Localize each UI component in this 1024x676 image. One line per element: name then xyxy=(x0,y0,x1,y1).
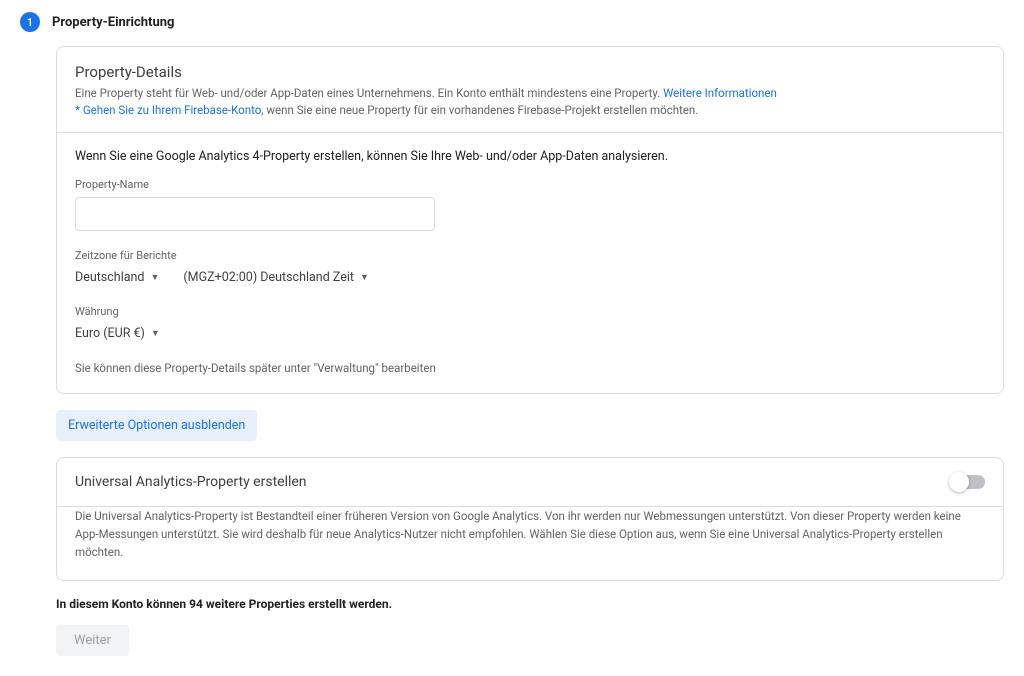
timezone-offset-select[interactable]: (MGZ+02:00) Deutschland Zeit ▼ xyxy=(183,268,369,287)
universal-analytics-card: Universal Analytics-Property erstellen D… xyxy=(56,457,1004,581)
caret-down-icon: ▼ xyxy=(151,328,160,339)
property-name-label: Property-Name xyxy=(75,178,985,191)
ua-toggle-switch[interactable] xyxy=(951,475,985,489)
switch-knob xyxy=(949,472,969,492)
ua-description: Die Universal Analytics-Property ist Bes… xyxy=(57,507,1003,580)
timezone-country-select[interactable]: Deutschland ▼ xyxy=(75,268,159,287)
firebase-account-link[interactable]: Gehen Sie zu Ihrem Firebase-Konto xyxy=(83,103,261,117)
quota-text: In diesem Konto können 94 weitere Proper… xyxy=(56,597,1004,611)
ua-title: Universal Analytics-Property erstellen xyxy=(75,474,307,490)
step-header: 1 Property-Einrichtung xyxy=(20,12,1004,32)
currency-label: Währung xyxy=(75,305,985,318)
caret-down-icon: ▼ xyxy=(360,272,369,283)
caret-down-icon: ▼ xyxy=(150,272,159,283)
step-title: Property-Einrichtung xyxy=(52,15,174,30)
timezone-label: Zeitzone für Berichte xyxy=(75,249,985,262)
edit-later-hint: Sie können diese Property-Details später… xyxy=(75,361,985,375)
more-info-link[interactable]: Weitere Informationen xyxy=(663,86,777,100)
next-button[interactable]: Weiter xyxy=(56,625,129,656)
step-number-badge: 1 xyxy=(20,12,40,32)
property-details-description: Eine Property steht für Web- und/oder Ap… xyxy=(75,85,985,102)
firebase-note: * Gehen Sie zu Ihrem Firebase-Konto, wen… xyxy=(75,102,985,119)
currency-select[interactable]: Euro (EUR €) ▼ xyxy=(75,324,160,343)
form-lead-text: Wenn Sie eine Google Analytics 4-Propert… xyxy=(75,149,985,164)
advanced-options-toggle[interactable]: Erweiterte Optionen ausblenden xyxy=(56,410,257,441)
property-details-card: Property-Details Eine Property steht für… xyxy=(56,46,1004,394)
property-details-heading: Property-Details xyxy=(75,63,985,81)
property-name-input[interactable] xyxy=(75,197,435,231)
